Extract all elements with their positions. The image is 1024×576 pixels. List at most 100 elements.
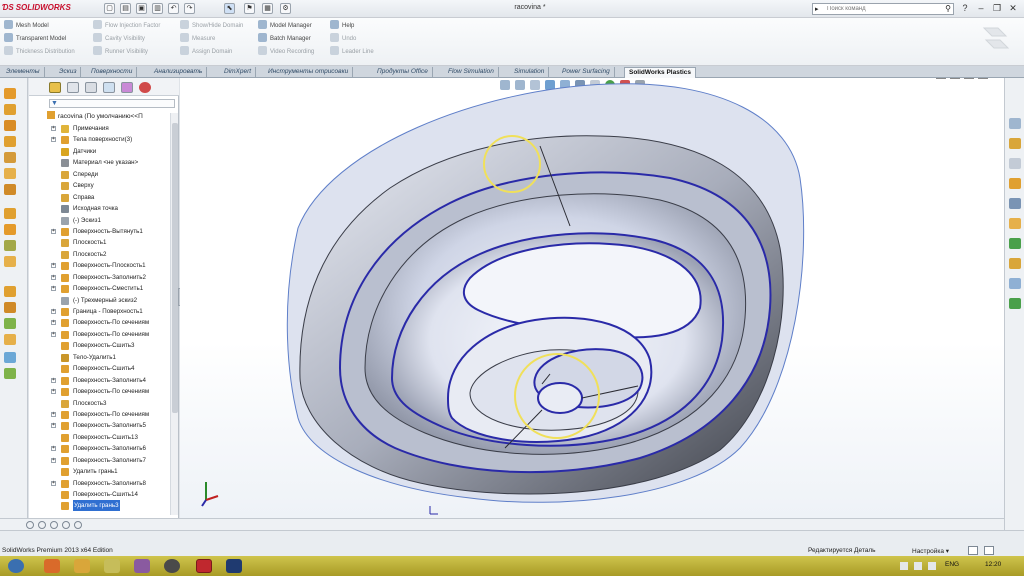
file-properties-icon[interactable]: ▦ [262,3,273,14]
loft-icon[interactable] [4,136,16,147]
tab-2[interactable]: Поверхности [87,67,138,78]
trim-icon[interactable] [4,224,16,235]
tree-item[interactable]: Справа [29,192,169,203]
rebuild-icon[interactable]: ⚑ [244,3,255,14]
tray-network-icon[interactable] [900,562,908,570]
assign-domain-button[interactable]: Assign Domain [180,46,243,59]
tree-item[interactable]: + Поверхность-Заполнить7 [29,455,169,466]
help-button[interactable]: Help [330,20,374,33]
surface-model-view[interactable] [180,78,1004,518]
tree-item[interactable]: Плоскость1 [29,237,169,248]
show-hide-domain-button[interactable]: Show/Hide Domain [180,20,243,33]
runner-visibility-button[interactable]: Runner Visibility [93,46,160,59]
tray-flag-icon[interactable] [928,562,936,570]
chrome-icon[interactable] [164,559,180,573]
tree-item[interactable]: Материал <не указан> [29,157,169,168]
expand-icon[interactable]: + [51,411,56,417]
file-explorer-icon[interactable] [1009,158,1021,169]
tree-item[interactable]: + Поверхность-По сечениям [29,317,169,328]
expand-icon[interactable]: + [51,126,56,131]
tray-volume-icon[interactable] [914,562,922,570]
tree-item[interactable]: Плоскость3 [29,398,169,409]
expand-icon[interactable]: + [51,331,56,337]
tree-item[interactable]: + Поверхность-Заполнить4 [29,375,169,386]
tree-item[interactable]: Поверхность-Сшить14 [29,489,169,500]
tab-7[interactable]: Flow Simulation [444,67,499,78]
command-search-box[interactable]: ▸ ⚲ [812,3,954,15]
appearance-tab-icon[interactable] [139,82,151,93]
replace-face-icon[interactable] [4,302,16,313]
command-search-input[interactable] [827,4,945,14]
help-dropdown-icon[interactable]: ? [958,2,972,15]
open-file-icon[interactable]: ▤ [120,3,131,14]
graphics-viewport[interactable]: – ▭ ❐ ✕ [180,78,1004,518]
expand-icon[interactable]: + [51,423,56,429]
planar-surface-icon[interactable] [4,334,16,345]
last-view-icon[interactable] [74,521,82,529]
tray-language[interactable]: ENG [945,561,959,568]
new-file-icon[interactable]: ▢ [104,3,115,14]
search-pane-icon[interactable] [1009,178,1021,189]
tab-10[interactable]: SolidWorks Plastics [624,67,697,78]
start-button-icon[interactable] [8,559,24,573]
mesh-model-button[interactable]: Mesh Model [4,20,75,33]
minimize-icon[interactable]: – [974,2,988,15]
explorer-icon[interactable] [74,559,90,573]
status-settings-button[interactable]: Настройка ▾ [912,547,949,555]
tree-item[interactable]: Исходная точка [29,203,169,214]
tab-9[interactable]: Power Surfacing [558,67,615,78]
cavity-visibility-button[interactable]: Cavity Visibility [93,33,160,46]
tree-item[interactable]: + Поверхность-Заполнить8 [29,478,169,489]
expand-icon[interactable]: + [51,137,56,143]
close-icon[interactable]: ✕ [1006,2,1020,15]
leader-line-button[interactable]: Leader Line [330,46,374,59]
expand-icon[interactable]: + [51,309,56,314]
resources-icon[interactable] [1009,118,1021,129]
expand-icon[interactable]: + [51,377,56,383]
search-scope-icon[interactable]: ▸ [815,5,819,13]
tree-item[interactable]: + Примечания [29,123,169,134]
tree-item[interactable]: + Поверхность-Заполнить5 [29,420,169,431]
feature-tree-tab-icon[interactable] [49,82,61,93]
flow-injection-factor-button[interactable]: Flow Injection Factor [93,20,160,33]
thicken-icon[interactable] [4,256,16,267]
status-rebuild-icon[interactable] [968,546,978,555]
tab-6[interactable]: Продукты Office [373,67,433,78]
dimxpert-tab-icon[interactable] [103,82,115,93]
filter-icon[interactable]: ▼ [51,100,58,107]
tree-item[interactable]: Плоскость2 [29,249,169,260]
media-player-icon[interactable] [134,559,150,573]
view-palette-icon[interactable] [1009,198,1021,209]
firefox-icon[interactable] [44,559,60,573]
toolbox-icon[interactable] [1009,258,1021,269]
display-manager-tab-icon[interactable] [121,82,133,93]
previous-icon[interactable] [38,521,46,529]
tab-3[interactable]: Анализировать [150,67,208,78]
ruled-surface-icon[interactable] [4,318,16,329]
tree-item[interactable]: (-) Трехмерный эскиз2 [29,295,169,306]
delete-face-icon[interactable] [4,286,16,297]
tree-item[interactable]: + Граница - Поверхность1 [29,306,169,317]
tree-item[interactable]: Сверху [29,180,169,191]
options-icon[interactable]: ⚙ [280,3,291,14]
tree-item[interactable]: + Поверхность-По сечениям [29,409,169,420]
curves-icon[interactable] [4,368,16,379]
notepad-icon[interactable] [104,559,120,573]
tab-5[interactable]: Инструменты отрисовки [264,67,354,78]
expand-icon[interactable]: + [51,480,56,486]
expand-icon[interactable]: + [51,286,56,292]
first-view-icon[interactable] [26,521,34,529]
undo-button[interactable]: Undo [330,33,374,46]
expand-icon[interactable]: + [51,446,56,452]
scrollbar-thumb[interactable] [172,123,178,413]
custom-properties-icon[interactable] [1009,238,1021,249]
extrude-icon[interactable] [4,88,16,99]
batch-manager-button[interactable]: Batch Manager [258,33,314,46]
forum-icon[interactable] [1009,278,1021,289]
design-library-icon[interactable] [1009,138,1021,149]
tree-item[interactable]: Поверхность-Сшить4 [29,363,169,374]
revolve-icon[interactable] [4,104,16,115]
model-manager-button[interactable]: Model Manager [258,20,314,33]
surface-fill-icon[interactable] [4,168,16,179]
boundary-icon[interactable] [4,152,16,163]
